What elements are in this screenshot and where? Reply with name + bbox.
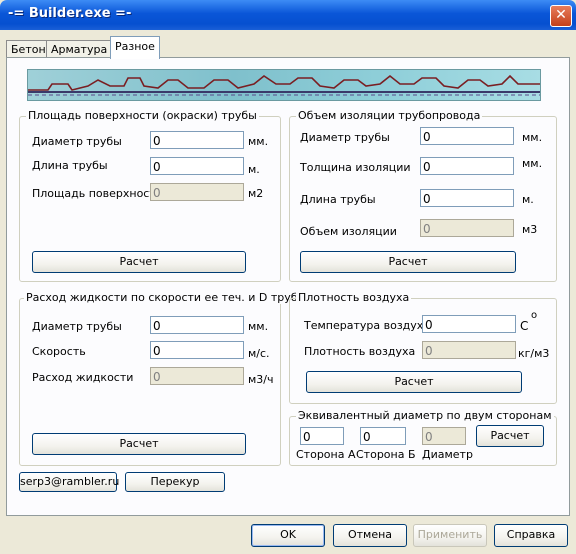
insulation-volume-unit: м3: [522, 223, 538, 236]
email-button[interactable]: serp3@rambler.ru: [19, 472, 119, 492]
flow-rate-unit: м3/ч: [248, 373, 274, 386]
insulation-volume-title: Объем изоляции трубопровода: [296, 109, 483, 122]
side-b-input[interactable]: 0: [360, 427, 406, 445]
air-temp-input[interactable]: 0: [422, 315, 516, 333]
insulation-thickness-label: Толщина изоляции: [300, 161, 411, 174]
insulation-volume-group: Объем изоляции трубопровода Диаметр труб…: [289, 109, 557, 282]
surface-length-label: Длина трубы: [32, 159, 108, 172]
title-bar[interactable]: -= Builder.exe =- ✕: [0, 0, 576, 30]
flow-rate-output: 0: [150, 367, 244, 385]
flow-rate-label: Расход жидкости: [32, 371, 134, 384]
surface-length-unit: м.: [248, 163, 260, 176]
break-button[interactable]: Перекур: [125, 472, 225, 492]
air-density-title: Плотность воздуха: [296, 291, 412, 304]
equiv-diameter-label: Диаметр: [422, 448, 473, 461]
insulation-length-input[interactable]: 0: [420, 189, 514, 207]
flow-diameter-label: Диаметр трубы: [32, 320, 122, 333]
surface-area-group: Площадь поверхности (окраски) трубы Диам…: [19, 109, 281, 282]
air-calc-button[interactable]: Расчет: [306, 371, 522, 393]
flow-speed-label: Скорость: [32, 345, 86, 358]
flow-diameter-input[interactable]: 0: [150, 316, 244, 334]
tab-panel: Площадь поверхности (окраски) трубы Диам…: [6, 57, 570, 516]
builder-window: -= Builder.exe =- ✕ Бетон Арматура Разно…: [0, 0, 576, 554]
air-temp-label: Температура воздуха: [304, 319, 431, 332]
flow-speed-input[interactable]: 0: [150, 341, 244, 359]
insulation-diameter-label: Диаметр трубы: [300, 131, 390, 144]
houses-skyline-icon: [28, 74, 540, 96]
cancel-button[interactable]: Отмена: [333, 524, 407, 547]
air-density-output: 0: [422, 341, 516, 359]
window-title: -= Builder.exe =-: [8, 6, 132, 21]
side-b-label: Сторона Б: [356, 448, 416, 461]
insulation-thickness-unit: мм.: [522, 157, 543, 170]
surface-length-input[interactable]: 0: [150, 157, 244, 175]
air-density-label: Плотность воздуха: [304, 345, 416, 358]
insulation-length-label: Длина трубы: [300, 193, 376, 206]
surface-diameter-label: Диаметр трубы: [32, 135, 122, 148]
air-temp-unit: С: [520, 319, 529, 333]
ok-button[interactable]: OK: [251, 524, 325, 547]
surface-calc-button[interactable]: Расчет: [32, 251, 246, 273]
equiv-diameter-output: 0: [422, 427, 466, 445]
flow-diameter-unit: мм.: [248, 320, 269, 333]
equivalent-diameter-group: Эквивалентный диаметр по двум сторонам 0…: [289, 409, 557, 466]
degree-sign: o: [531, 310, 538, 321]
surface-area-output: 0: [150, 183, 244, 201]
close-icon: ✕: [555, 7, 567, 23]
air-density-unit: кг/м3: [518, 347, 550, 360]
help-button[interactable]: Справка: [494, 524, 568, 547]
insulation-volume-label: Объем изоляции: [300, 225, 397, 238]
equivalent-diameter-title: Эквивалентный диаметр по двум сторонам: [296, 409, 554, 422]
insulation-diameter-input[interactable]: 0: [420, 127, 514, 145]
insulation-length-unit: м.: [522, 193, 534, 206]
tab-raznoe[interactable]: Разное: [110, 36, 160, 59]
close-button[interactable]: ✕: [550, 5, 572, 27]
side-a-label: Сторона А: [296, 448, 356, 461]
apply-button: Применить: [413, 524, 487, 547]
flow-calc-button[interactable]: Расчет: [32, 433, 246, 455]
insulation-thickness-input[interactable]: 0: [420, 157, 514, 175]
surface-area-title: Площадь поверхности (окраски) трубы: [26, 109, 259, 122]
air-density-group: Плотность воздуха Температура воздуха 0 …: [289, 291, 557, 404]
surface-area-unit: м2: [248, 187, 264, 200]
surface-area-label: Площадь поверхности: [32, 187, 163, 200]
liquid-flow-group: Расход жидкости по скорости ее теч. и D …: [19, 291, 309, 466]
liquid-flow-title: Расход жидкости по скорости ее теч. и D …: [24, 291, 309, 304]
banner-image: [27, 69, 541, 101]
equiv-calc-button[interactable]: Расчет: [476, 425, 544, 447]
flow-speed-unit: м/с.: [248, 347, 270, 360]
insulation-diameter-unit: мм.: [522, 131, 543, 144]
insulation-volume-output: 0: [420, 219, 514, 237]
insulation-calc-button[interactable]: Расчет: [300, 251, 516, 273]
side-a-input[interactable]: 0: [300, 427, 344, 445]
surface-diameter-unit: мм.: [248, 135, 269, 148]
surface-diameter-input[interactable]: 0: [150, 131, 244, 149]
